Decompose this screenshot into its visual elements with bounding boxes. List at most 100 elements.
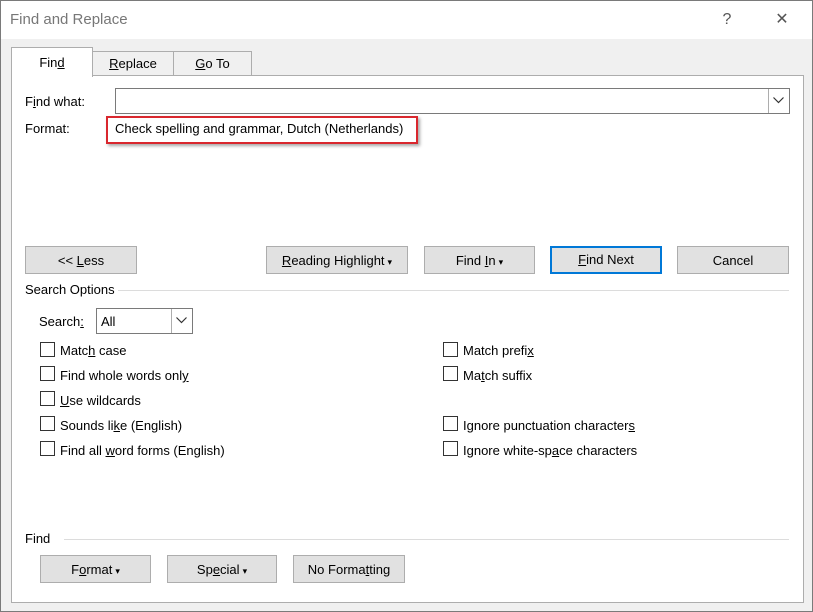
find-tab-panel: Find what: Format: Check spelling and gr… — [11, 75, 804, 603]
reading-highlight-accel: R — [281, 253, 292, 268]
format-button-post: rmat — [86, 562, 113, 577]
less-button-post: ess — [83, 253, 105, 268]
match-case-checkbox[interactable] — [40, 342, 55, 357]
use-wildcards-label: Use wildcards — [60, 393, 141, 408]
sounds-like-label: Sounds like (English) — [60, 418, 182, 433]
opt-post: ord forms (English) — [114, 443, 225, 458]
format-button-pre: F — [71, 562, 80, 577]
find-in-pre: Find — [455, 253, 485, 268]
tab-strip: Find Replace Go To — [1, 39, 812, 77]
opt-post: ce characters — [559, 443, 638, 458]
special-button-post: cial — [220, 562, 240, 577]
find-next-button[interactable]: Find Next — [550, 246, 662, 274]
find-what-combobox[interactable] — [115, 88, 790, 114]
find-what-label-pre: F — [25, 94, 33, 109]
find-next-label: ind Next — [586, 252, 634, 267]
cancel-button[interactable]: Cancel — [677, 246, 789, 274]
find-replace-dialog: Find and Replace ? ✕ Find Replace Go To … — [0, 0, 813, 612]
special-button-accel: e — [212, 562, 221, 577]
opt-pre: Ma — [463, 368, 482, 383]
special-button[interactable]: Special ▾ — [167, 555, 277, 583]
caret-down-icon: ▾ — [115, 566, 120, 576]
find-all-word-forms-checkbox[interactable] — [40, 441, 55, 456]
tab-replace[interactable]: Replace — [92, 51, 174, 76]
help-button[interactable]: ? — [712, 7, 742, 33]
dialog-title: Find and Replace — [10, 11, 128, 28]
special-button-pre: Sp — [196, 562, 213, 577]
search-direction-value: All — [101, 314, 116, 329]
find-section-divider — [64, 539, 789, 540]
opt-accel: w — [105, 443, 115, 458]
caret-down-icon: ▾ — [242, 566, 248, 576]
find-all-word-forms-label: Find all word forms (English) — [60, 443, 225, 458]
search-label-pre: Search — [39, 314, 81, 329]
tab-replace-label: eplace — [118, 56, 157, 71]
opt-pre: Sounds li — [60, 418, 114, 433]
less-button[interactable]: << Less — [25, 246, 137, 274]
tab-goto-label: o To — [205, 56, 230, 71]
search-options-heading: Search Options — [25, 282, 115, 297]
reading-highlight-button[interactable]: Reading Highlight ▾ — [266, 246, 408, 274]
search-label: Search: — [39, 314, 84, 329]
chevron-down-icon — [176, 317, 187, 324]
match-suffix-label: Match suffix — [463, 368, 532, 383]
opt-pre: Match prefi — [463, 343, 528, 358]
ignore-punctuation-label: Ignore punctuation characters — [463, 418, 635, 433]
find-what-input[interactable] — [118, 91, 767, 111]
ignore-white-space-label: Ignore white-space characters — [463, 443, 637, 458]
find-in-post: n — [488, 253, 496, 268]
caret-down-icon: ▾ — [498, 257, 504, 267]
chevron-down-icon — [773, 97, 784, 104]
opt-accel: y — [182, 368, 189, 383]
reading-highlight-label: eading Highlight — [291, 253, 385, 268]
find-next-accel: F — [578, 252, 587, 267]
opt-post: e (English) — [119, 418, 183, 433]
match-prefix-checkbox[interactable] — [443, 342, 458, 357]
close-button[interactable]: ✕ — [767, 7, 797, 33]
opt-accel: x — [527, 343, 534, 358]
find-what-label: Find what: — [25, 94, 85, 109]
opt-pre: Ignore punctuation character — [463, 418, 629, 433]
title-bar: Find and Replace ? ✕ — [1, 1, 812, 39]
find-section-heading: Find — [25, 531, 51, 546]
find-in-button[interactable]: Find In ▾ — [424, 246, 535, 274]
search-direction-select[interactable]: All — [96, 308, 193, 334]
opt-pre: Find whole words onl — [60, 368, 183, 383]
search-label-accel: : — [80, 314, 84, 329]
find-whole-words-label: Find whole words only — [60, 368, 189, 383]
ignore-white-space-checkbox[interactable] — [443, 441, 458, 456]
tab-replace-label-accel: R — [109, 56, 119, 71]
format-button[interactable]: Format ▾ — [40, 555, 151, 583]
find-whole-words-checkbox[interactable] — [40, 366, 55, 381]
opt-pre: Find all — [60, 443, 106, 458]
tab-goto[interactable]: Go To — [173, 51, 252, 76]
opt-pre: Ignore white-sp — [463, 443, 552, 458]
match-case-label: Match case — [60, 343, 126, 358]
match-prefix-label: Match prefix — [463, 343, 534, 358]
opt-accel: s — [628, 418, 636, 433]
no-formatting-pre: No Forma — [307, 562, 366, 577]
use-wildcards-checkbox[interactable] — [40, 391, 55, 406]
opt-accel: U — [60, 393, 70, 408]
caret-down-icon: ▾ — [387, 257, 393, 267]
tab-find[interactable]: Find — [11, 47, 93, 77]
tab-goto-label-accel: G — [195, 56, 206, 71]
tab-find-label: Fin — [39, 55, 58, 70]
opt-post: case — [95, 343, 127, 358]
opt-post: ch suffix — [484, 368, 533, 383]
tab-find-label-accel: d — [57, 55, 65, 70]
less-button-pre: << — [57, 253, 77, 268]
format-label: Format: — [25, 121, 70, 136]
search-direction-dropdown-button[interactable] — [171, 309, 192, 333]
format-value: Check spelling and grammar, Dutch (Nethe… — [115, 121, 404, 136]
opt-post: se wildcards — [69, 393, 141, 408]
opt-pre: Matc — [60, 343, 89, 358]
no-formatting-button[interactable]: No Formatting — [293, 555, 405, 583]
ignore-punctuation-checkbox[interactable] — [443, 416, 458, 431]
sounds-like-checkbox[interactable] — [40, 416, 55, 431]
find-what-dropdown-button[interactable] — [768, 89, 789, 113]
search-options-divider — [118, 290, 789, 291]
find-what-label-post: nd what: — [35, 94, 85, 109]
match-suffix-checkbox[interactable] — [443, 366, 458, 381]
no-formatting-post: ting — [369, 562, 391, 577]
